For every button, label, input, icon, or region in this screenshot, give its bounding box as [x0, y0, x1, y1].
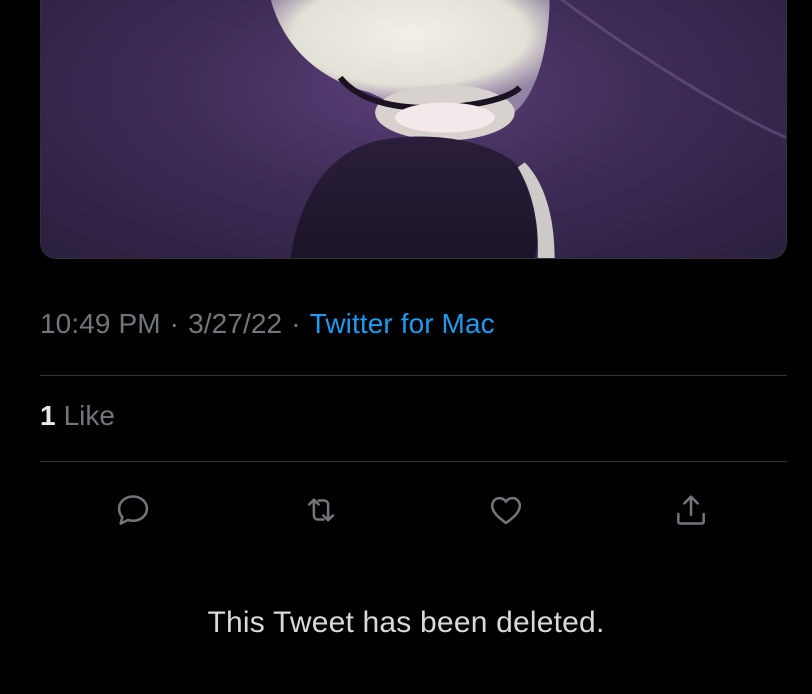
tweet-timestamp-row: 10:49 PM · 3/27/22 · Twitter for Mac — [40, 308, 495, 340]
divider — [40, 375, 787, 376]
meta-separator: · — [169, 308, 180, 339]
tweet-time[interactable]: 10:49 PM — [40, 308, 161, 339]
meta-separator: · — [291, 308, 301, 339]
divider — [40, 461, 787, 462]
reply-icon — [117, 495, 149, 525]
heart-icon — [490, 496, 522, 525]
tweet-date[interactable]: 3/27/22 — [188, 308, 282, 339]
likes-label: Like — [63, 400, 115, 431]
like-button[interactable] — [484, 488, 528, 532]
retweet-button[interactable] — [299, 488, 343, 532]
tweet-media-image[interactable] — [40, 0, 787, 259]
share-icon — [677, 495, 705, 525]
likes-count: 1 — [40, 400, 56, 431]
tweet-source-link[interactable]: Twitter for Mac — [310, 308, 495, 339]
deleted-tweet-notice: This Tweet has been deleted. — [207, 606, 605, 639]
share-button[interactable] — [669, 488, 713, 532]
reply-button[interactable] — [111, 488, 155, 532]
likes-stat[interactable]: 1 Like — [40, 400, 115, 432]
tweet-action-bar — [0, 488, 812, 532]
retweet-icon — [307, 498, 335, 522]
photo-image — [270, 0, 786, 258]
